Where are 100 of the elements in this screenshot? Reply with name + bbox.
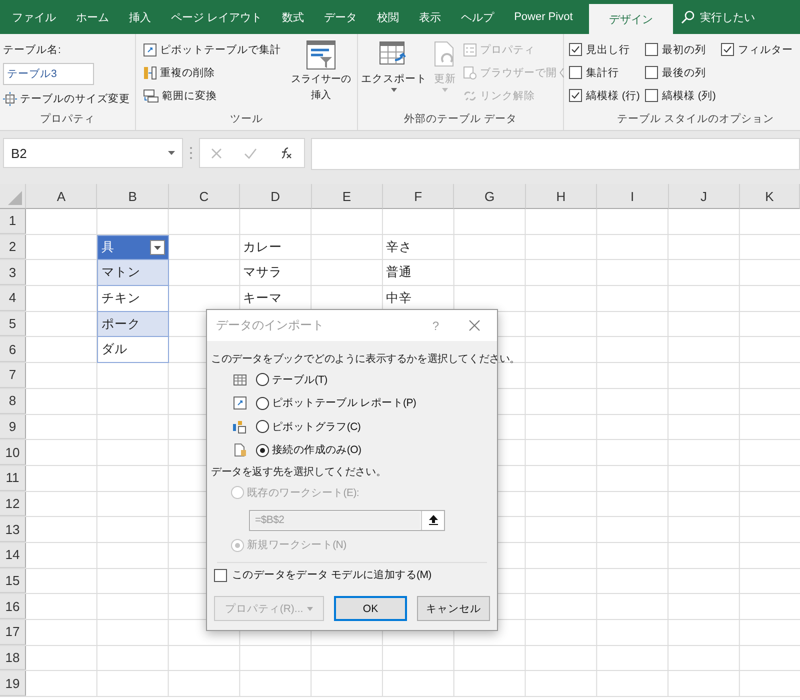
style-option-checkbox[interactable]: 最後の列 (644, 61, 716, 84)
column-header[interactable]: J (668, 184, 740, 209)
row-header[interactable]: 6 (0, 337, 26, 362)
style-option-checkbox[interactable]: 縞模様 (列) (644, 84, 716, 107)
ribbon-tab[interactable]: デザイン (588, 4, 673, 34)
row-header[interactable]: 4 (0, 286, 26, 311)
row-header[interactable]: 3 (0, 260, 26, 286)
dialog-button[interactable]: キャンセル (417, 596, 490, 621)
view-radio[interactable]: ピボットテーブル レポート(P) (256, 396, 416, 410)
style-option-checkbox[interactable]: 見出し行 (569, 38, 640, 61)
resize-table-button[interactable]: テーブルのサイズ変更 (3, 87, 130, 110)
ribbon-tab[interactable]: ホーム (66, 0, 119, 34)
ribbon-tab[interactable]: データ (314, 0, 368, 34)
column-header[interactable]: H (526, 184, 598, 209)
prompt-text: このデータをブックでどのように表示するかを選択してください。 (211, 352, 520, 366)
column-header[interactable]: I (597, 184, 669, 209)
tool-button[interactable]: ピボットテーブルで集計 (143, 38, 281, 61)
view-radio[interactable]: 接続の作成のみ(O) (256, 443, 362, 458)
ribbon-tab[interactable]: 表示 (409, 0, 452, 34)
data-model-checkbox[interactable]: このデータをデータ モデルに追加する(M) (211, 568, 493, 582)
tool-button[interactable]: 範囲に変換 (143, 84, 281, 107)
ribbon-tab[interactable]: ページ レイアウト (161, 0, 272, 34)
row-header[interactable]: 5 (0, 312, 26, 336)
cell-text: キーマ (242, 290, 284, 307)
properties-icon (463, 42, 477, 56)
caret-icon (442, 88, 448, 92)
row-header[interactable]: 15 (0, 568, 26, 594)
close-icon[interactable] (469, 320, 480, 331)
checkbox[interactable] (644, 89, 658, 102)
ribbon-tab[interactable]: ヘルプ (451, 0, 504, 34)
grip-icon (189, 146, 193, 160)
column-header[interactable]: G (454, 184, 526, 209)
table-header-cell: 具 (97, 234, 169, 260)
checkbox[interactable] (644, 43, 658, 56)
style-option-checkbox[interactable]: 集計行 (569, 61, 640, 84)
column-header[interactable]: A (26, 184, 98, 209)
column-header[interactable]: F (382, 184, 454, 209)
row-header[interactable]: 10 (0, 440, 26, 465)
export-button[interactable]: エクスポート (361, 38, 427, 112)
cell-text: マサラ (242, 264, 284, 282)
slicer-button[interactable]: スライサーの 挿入 (291, 38, 351, 112)
check-icon[interactable] (244, 148, 257, 158)
dialog-button[interactable]: OK (334, 596, 407, 621)
row-header[interactable]: 12 (0, 492, 26, 516)
checkbox[interactable] (569, 89, 582, 102)
group-label: ツール (229, 112, 264, 127)
row-header[interactable]: 18 (0, 646, 26, 670)
pivot-table-icon (233, 396, 247, 410)
row-header[interactable]: 8 (0, 388, 26, 414)
ribbon-tab[interactable]: 校閲 (367, 0, 410, 34)
checkbox[interactable] (720, 43, 734, 56)
pivot-table-icon (143, 42, 157, 56)
checkbox[interactable] (569, 43, 582, 56)
table-name-field[interactable]: テーブル3 (3, 63, 94, 85)
caret-icon (154, 246, 161, 250)
checkbox[interactable] (644, 66, 658, 79)
row-header[interactable]: 2 (0, 234, 26, 260)
collapse-icon[interactable] (428, 515, 438, 525)
column-header[interactable]: E (312, 184, 383, 209)
cell-text: 中辛 (384, 290, 413, 307)
ribbon-tab[interactable]: Power Pivot (504, 0, 583, 34)
column-header[interactable]: K (740, 184, 800, 209)
column-header[interactable]: B (97, 184, 169, 209)
table-cell: ダル (97, 337, 169, 364)
style-option-checkbox[interactable]: フィルター (720, 38, 793, 61)
ribbon-tab[interactable]: 挿入 (119, 0, 161, 34)
row-header[interactable]: 16 (0, 594, 26, 619)
view-radio[interactable]: ピボットグラフ(C) (256, 420, 361, 434)
checkbox[interactable] (569, 66, 582, 79)
row-header[interactable]: 14 (0, 542, 26, 568)
row-header[interactable]: 7 (0, 363, 26, 388)
style-option-checkbox[interactable]: 縞模様 (行) (569, 84, 640, 107)
group-label: プロパティ (39, 112, 96, 127)
prompt-text: データを返す先を選択してください。 (211, 464, 386, 480)
row-header[interactable]: 19 (0, 671, 26, 696)
formula-field[interactable] (311, 138, 800, 170)
column-header[interactable]: C (168, 184, 240, 209)
tool-button[interactable]: 重複の削除 (143, 61, 281, 84)
function-icon[interactable] (279, 147, 293, 159)
table-name-label: テーブル名: (3, 42, 62, 58)
column-header[interactable]: D (240, 184, 312, 209)
name-box[interactable]: B2 (3, 138, 183, 168)
dropdown-caret-icon (168, 151, 175, 155)
row-header[interactable]: 9 (0, 414, 26, 440)
group-label: テーブル スタイルのオプション (616, 112, 775, 127)
style-option-checkbox[interactable]: 最初の列 (644, 38, 716, 61)
filter-button[interactable] (150, 240, 165, 256)
ribbon-tab[interactable]: 数式 (272, 0, 314, 34)
tell-me-field[interactable]: 実行したい (672, 0, 755, 34)
table-cell: マトン (97, 260, 169, 286)
group-label: 外部のテーブル データ (403, 112, 518, 127)
row-header[interactable]: 1 (0, 209, 26, 234)
row-header[interactable]: 13 (0, 517, 26, 542)
caret-icon (307, 606, 314, 610)
row-header[interactable]: 11 (0, 466, 26, 491)
view-radio[interactable]: テーブル(T) (256, 372, 328, 387)
table-cell: ポーク (97, 312, 169, 338)
row-header[interactable]: 17 (0, 620, 26, 645)
ribbon-tab[interactable]: ファイル (2, 0, 66, 34)
resize-icon (3, 92, 17, 106)
